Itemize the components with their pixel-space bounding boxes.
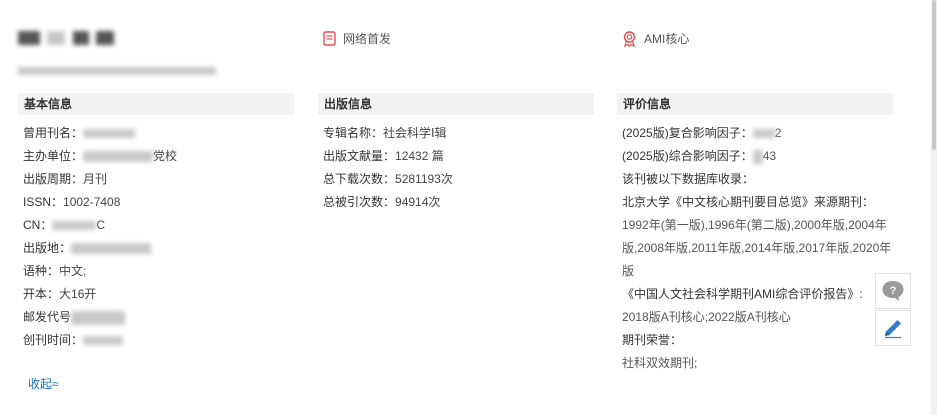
- publish-place-row: 出版地：: [23, 237, 177, 260]
- honors-value: 社科双效期刊;: [622, 356, 698, 370]
- issn-value: 1002-7408: [63, 195, 121, 209]
- postal-code-label: 邮发代号: [23, 310, 72, 324]
- album-label: 专辑名称：: [323, 126, 384, 140]
- floating-tools: ?: [875, 273, 911, 347]
- doc-count-row: 出版文献量：12432 篇: [323, 145, 453, 168]
- svg-text:?: ?: [890, 285, 897, 297]
- former-name-row: 曾用刊名：: [23, 122, 177, 145]
- composite-if-row: (2025版)复合影响因子： 2: [622, 122, 897, 145]
- frequency-label: 出版周期：: [23, 172, 84, 186]
- journal-title: [18, 30, 115, 45]
- journal-subtitle: [18, 63, 216, 77]
- album-row: 专辑名称：社会科学Ⅰ辑: [323, 122, 453, 145]
- download-value: 5281193次: [395, 172, 453, 186]
- citation-row: 总被引次数：94914次: [323, 191, 453, 214]
- founded-row: 创刊时间：: [23, 329, 177, 352]
- former-name-label: 曾用刊名：: [23, 126, 84, 140]
- feedback-button[interactable]: ?: [875, 273, 911, 309]
- composite-if-value: 2: [774, 126, 782, 140]
- frequency-value: 月刊: [83, 172, 108, 186]
- language-label: 语种：: [23, 264, 60, 278]
- sponsor-value: 党校: [153, 149, 178, 163]
- honors-label: 期刊荣誉：: [622, 333, 683, 347]
- basic-info-list: 曾用刊名： 主办单位： 党校 出版周期：月刊 ISSN：1002-7408 CN：…: [23, 122, 177, 352]
- pku-core-title: 北京大学《中文核心期刊要目总览》来源期刊：: [622, 195, 875, 209]
- comprehensive-if-row: (2025版)综合影响因子： 43: [622, 145, 897, 168]
- sponsor-row: 主办单位： 党校: [23, 145, 177, 168]
- publish-info-list: 专辑名称：社会科学Ⅰ辑 出版文献量：12432 篇 总下载次数：5281193次…: [323, 122, 453, 214]
- sponsor-label: 主办单位：: [23, 149, 84, 163]
- format-row: 开本：大16开: [23, 283, 177, 306]
- evaluation-info-heading: 评价信息: [617, 93, 893, 115]
- format-value: 大16开: [59, 287, 97, 301]
- cn-label: CN：: [23, 218, 53, 232]
- award-ribbon-icon: [623, 30, 636, 47]
- pku-core-years-line-2: 版,2008年版,2011年版,2014年版,2017年版,2020年: [622, 241, 892, 255]
- ami-core-label: AMI核心: [644, 32, 690, 46]
- collapse-link[interactable]: 收起≈: [28, 375, 59, 392]
- citation-value: 94914次: [395, 195, 441, 209]
- ami-core-tag: AMI核心: [622, 30, 689, 47]
- doc-count-label: 出版文献量：: [323, 149, 396, 163]
- cn-row: CN： C: [23, 214, 177, 237]
- language-row: 语种：中文;: [23, 260, 177, 283]
- issn-row: ISSN：1002-7408: [23, 191, 177, 214]
- publish-info-heading: 出版信息: [318, 93, 594, 115]
- edit-button[interactable]: [875, 310, 911, 346]
- founded-label: 创刊时间：: [23, 333, 84, 347]
- doc-count-value: 12432 篇: [395, 149, 444, 163]
- network-first-label: 网络首发: [343, 32, 392, 46]
- language-value: 中文;: [59, 264, 87, 278]
- album-value: 社会科学Ⅰ辑: [383, 126, 447, 140]
- download-label: 总下载次数：: [323, 172, 396, 186]
- question-bubble-icon: ?: [882, 281, 904, 301]
- cn-value: C: [96, 218, 106, 232]
- comprehensive-if-value: 43: [762, 149, 777, 163]
- issn-label: ISSN：: [23, 195, 64, 209]
- pku-core-years-line-1: 1992年(第一版),1996年(第二版),2000年版,2004年: [622, 218, 887, 232]
- pku-core-years-line-3: 版: [622, 264, 635, 278]
- book-icon: [323, 31, 336, 46]
- postal-code-row: 邮发代号: [23, 306, 177, 329]
- network-first-tag: 网络首发: [323, 30, 391, 47]
- database-intro: 该刊被以下数据库收录：: [622, 172, 755, 186]
- download-row: 总下载次数：5281193次: [323, 168, 453, 191]
- page-scrollbar[interactable]: [931, 0, 937, 415]
- comprehensive-if-label: (2025版)综合影响因子：: [622, 149, 753, 163]
- frequency-row: 出版周期：月刊: [23, 168, 177, 191]
- scrollbar-thumb[interactable]: [932, 0, 936, 150]
- ami-report-title: 《中国人文社会科学期刊AMI综合评价报告》:: [622, 287, 863, 301]
- ami-report-years: 2018版A刊核心;2022版A刊核心: [622, 310, 791, 324]
- pencil-icon: [885, 320, 901, 339]
- evaluation-info-list: (2025版)复合影响因子： 2 (2025版)综合影响因子： 43 该刊被以下数据…: [622, 122, 897, 375]
- composite-if-label: (2025版)复合影响因子：: [622, 126, 753, 140]
- format-label: 开本：: [23, 287, 60, 301]
- citation-label: 总被引次数：: [323, 195, 396, 209]
- basic-info-heading: 基本信息: [18, 93, 294, 115]
- publish-place-label: 出版地：: [23, 241, 72, 255]
